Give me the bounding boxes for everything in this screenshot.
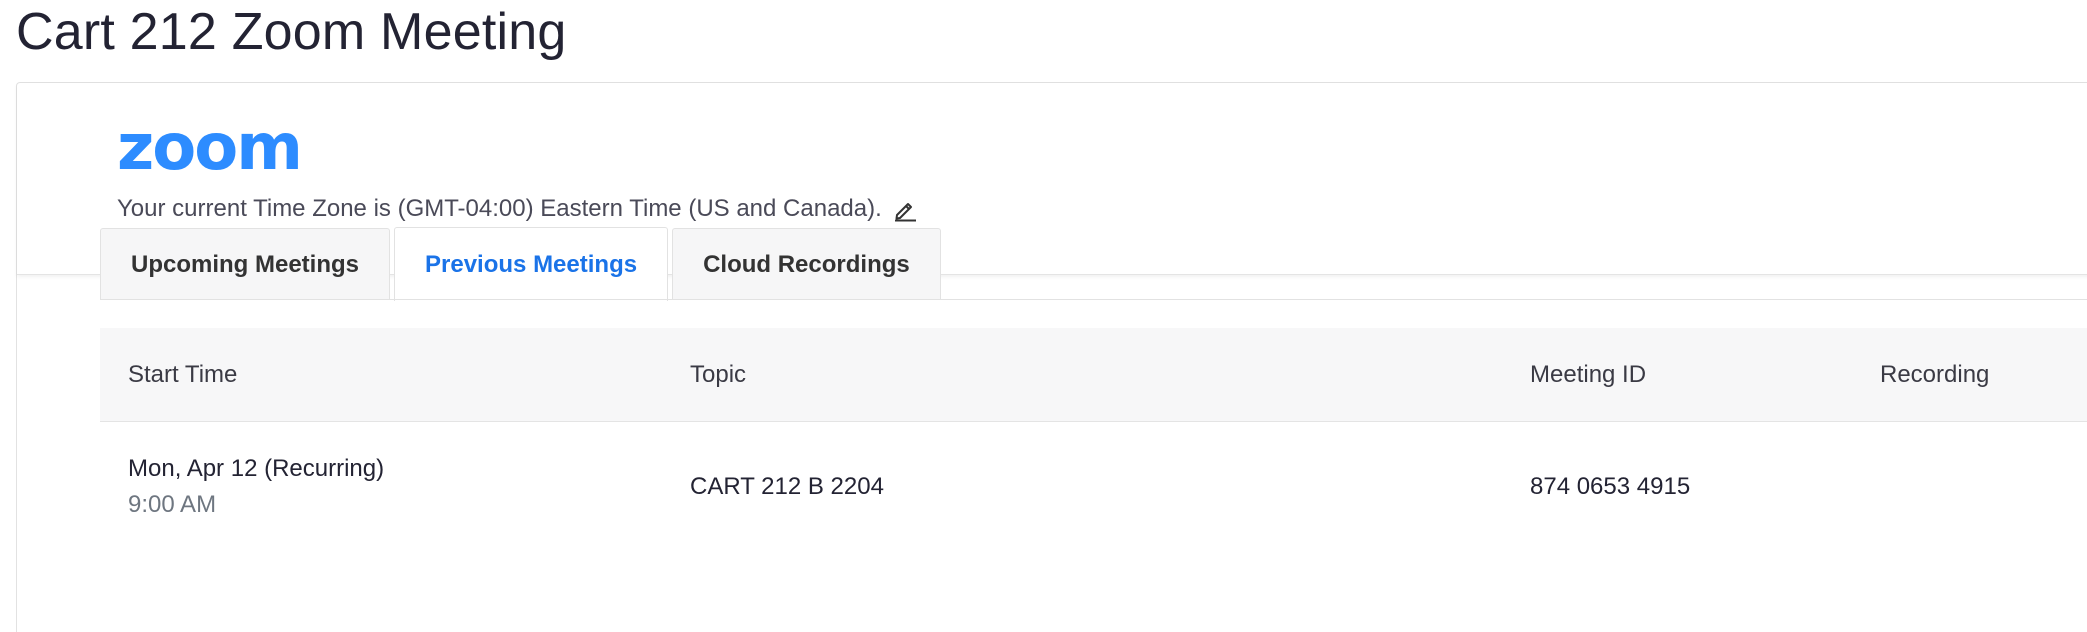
start-time: 9:00 AM bbox=[128, 491, 217, 518]
column-header-start-time: Start Time bbox=[128, 361, 238, 388]
timezone-text: Your current Time Zone is (GMT-04:00) Ea… bbox=[117, 195, 882, 222]
page: Cart 212 Zoom Meeting zoom Your current … bbox=[0, 0, 2087, 632]
column-header-meeting-id: Meeting ID bbox=[1530, 361, 1647, 388]
page-title: Cart 212 Zoom Meeting bbox=[16, 3, 567, 61]
meetings-table: Start Time Topic Meeting ID Recording Mo… bbox=[100, 328, 2087, 552]
meeting-id-cell: 874 0653 4915 bbox=[1530, 422, 1690, 552]
meeting-tabs: Upcoming Meetings Previous Meetings Clou… bbox=[100, 227, 945, 301]
pencil-icon[interactable] bbox=[892, 196, 918, 222]
tab-previous-meetings[interactable]: Previous Meetings bbox=[394, 227, 669, 301]
meeting-id: 874 0653 4915 bbox=[1530, 473, 1691, 500]
table-row[interactable]: Mon, Apr 12 (Recurring) 9:00 AM CART 212… bbox=[100, 422, 2087, 552]
tab-upcoming-meetings[interactable]: Upcoming Meetings bbox=[100, 228, 391, 300]
start-date: Mon, Apr 12 (Recurring) bbox=[128, 455, 385, 482]
start-time-cell: Mon, Apr 12 (Recurring) 9:00 AM bbox=[128, 422, 384, 552]
zoom-logo-text: zoom bbox=[117, 123, 301, 179]
column-header-recording: Recording bbox=[1880, 361, 1990, 388]
table-header: Start Time Topic Meeting ID Recording bbox=[100, 328, 2087, 422]
meeting-topic[interactable]: CART 212 B 2204 bbox=[690, 473, 884, 501]
column-header-topic: Topic bbox=[690, 361, 747, 388]
timezone-line: Your current Time Zone is (GMT-04:00) Ea… bbox=[117, 195, 918, 223]
tab-cloud-recordings[interactable]: Cloud Recordings bbox=[672, 228, 941, 300]
tabs-divider bbox=[100, 299, 2087, 300]
zoom-logo: zoom bbox=[117, 123, 303, 179]
topic-cell[interactable]: CART 212 B 2204 bbox=[690, 422, 884, 552]
